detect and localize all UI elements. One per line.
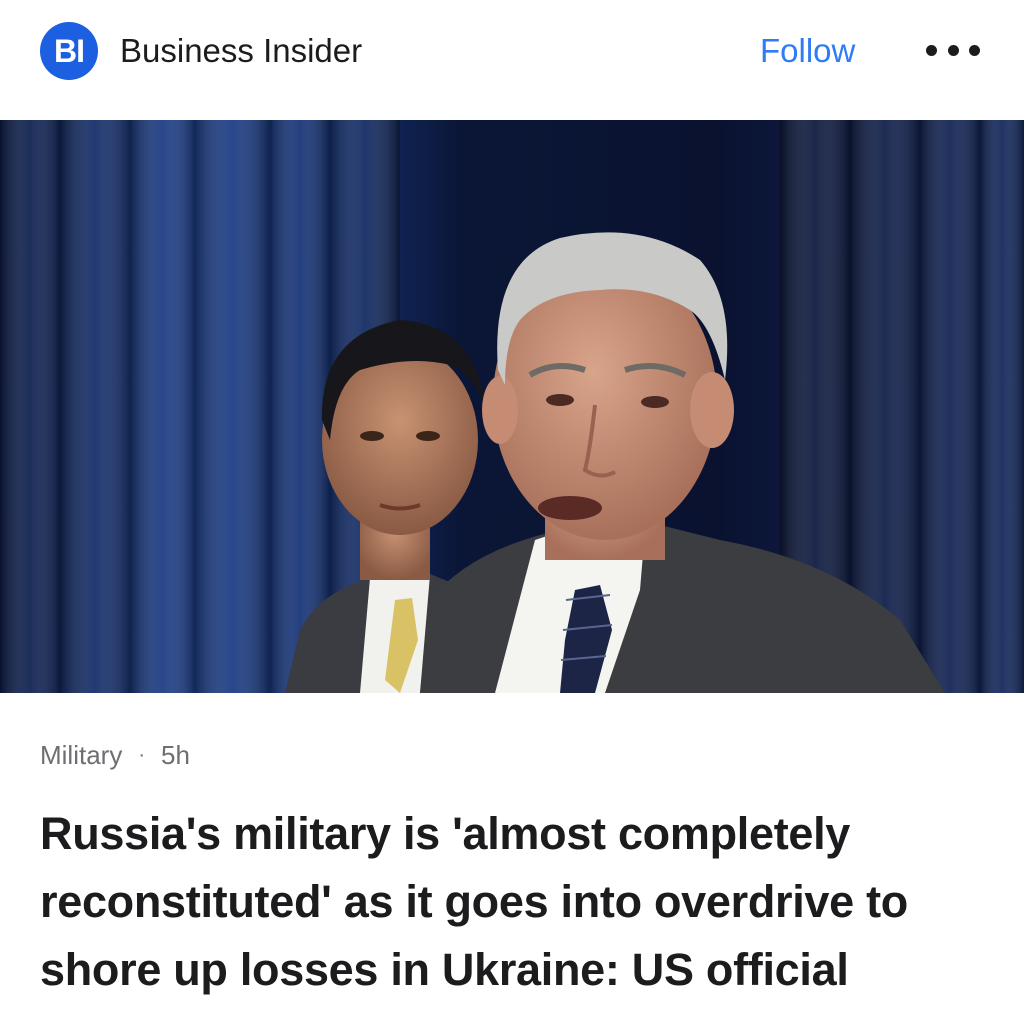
more-options-icon[interactable] bbox=[926, 38, 980, 62]
meta-separator: · bbox=[138, 744, 146, 766]
timestamp: 5h bbox=[161, 740, 190, 770]
publisher-logo-text: BI bbox=[54, 33, 85, 69]
publisher-name[interactable]: Business Insider bbox=[120, 30, 362, 72]
article-header: BI Business Insider Follow bbox=[0, 0, 1024, 120]
follow-button[interactable]: Follow bbox=[760, 30, 855, 72]
category-label[interactable]: Military bbox=[40, 738, 122, 772]
article-meta: Military · 5h bbox=[40, 738, 190, 772]
publisher-logo[interactable]: BI bbox=[40, 22, 98, 80]
article-headline[interactable]: Russia's military is 'almost completely … bbox=[40, 800, 990, 1004]
article-hero-image[interactable] bbox=[0, 120, 1024, 693]
